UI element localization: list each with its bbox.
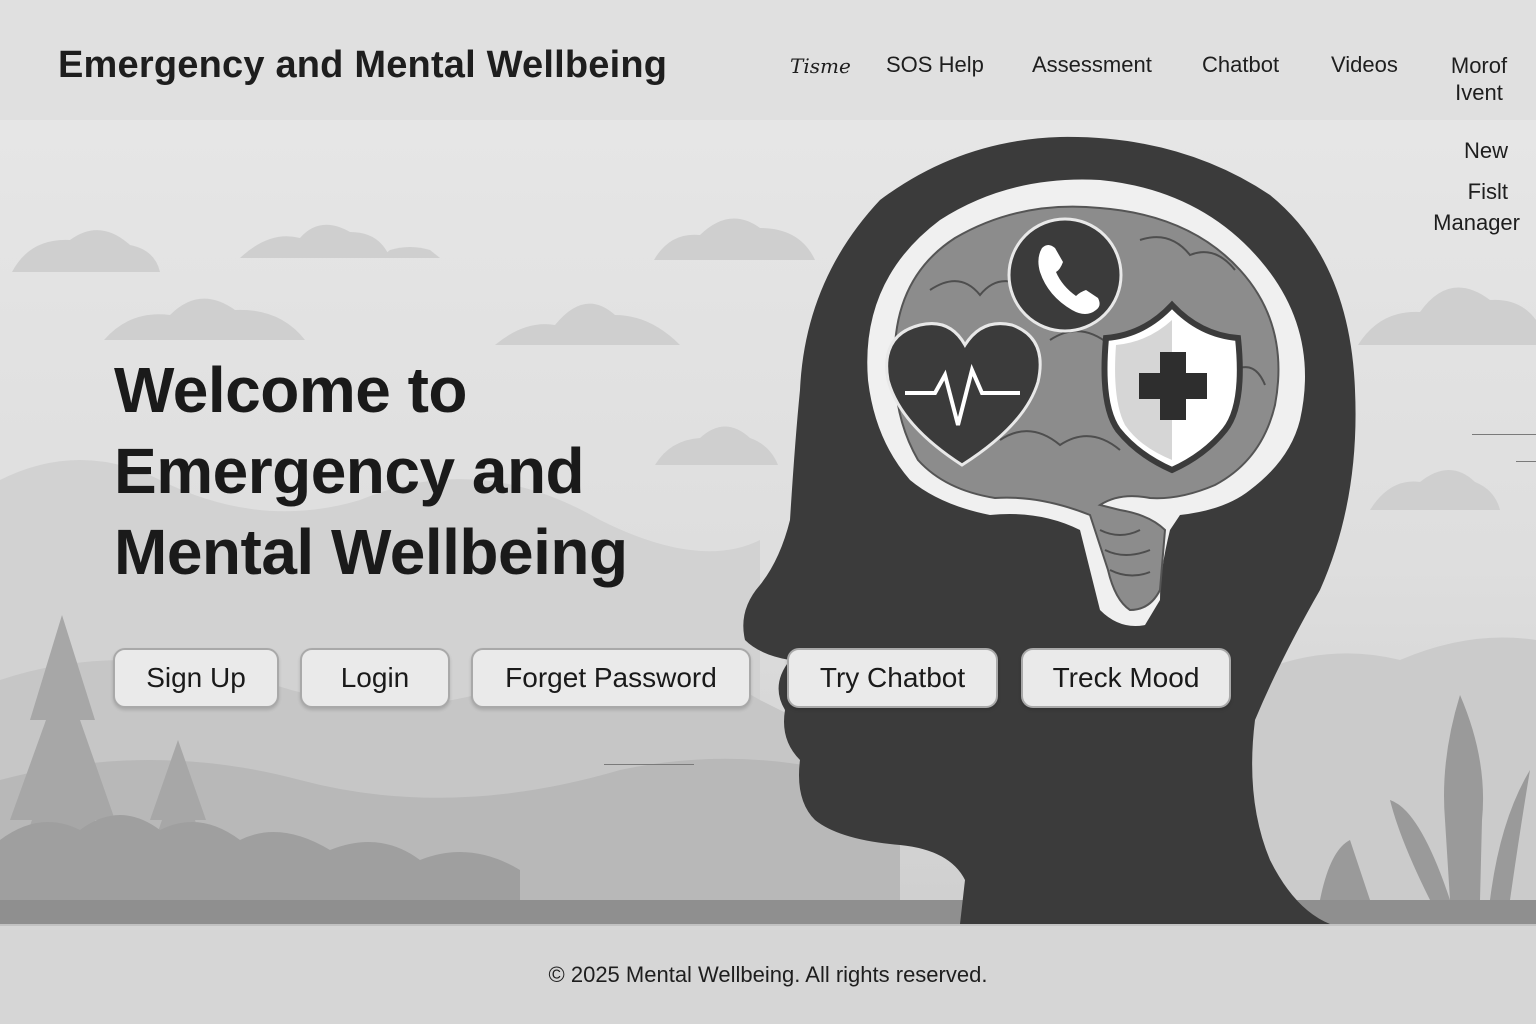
nav-videos[interactable]: Videos (1331, 52, 1398, 78)
divider-line (604, 764, 694, 765)
divider-line (1516, 461, 1536, 462)
hero-title-line3: Mental Wellbeing (114, 516, 628, 588)
phone-icon (1007, 217, 1123, 333)
signup-button[interactable]: Sign Up (113, 648, 279, 708)
footer: © 2025 Mental Wellbeing. All rights rese… (0, 924, 1536, 1024)
forget-password-button[interactable]: Forget Password (471, 648, 751, 708)
hero-title-line2: Emergency and (114, 435, 585, 507)
nav-more-line1: Morof (1450, 53, 1508, 78)
login-button[interactable]: Login (300, 648, 450, 708)
hero-title-line1: Welcome to (114, 354, 468, 426)
try-chatbot-button[interactable]: Try Chatbot (787, 648, 998, 708)
nav-assessment[interactable]: Assessment (1032, 52, 1152, 78)
nav-more[interactable]: Morof Ivent (1444, 52, 1514, 106)
track-mood-button[interactable]: Treck Mood (1021, 648, 1231, 708)
divider-line (1472, 434, 1536, 435)
nav-more-line2: Ivent (1455, 80, 1503, 105)
nav-home[interactable]: Tisme (790, 54, 851, 78)
side-link-manager[interactable]: Manager (1433, 210, 1520, 236)
side-link-first[interactable]: Fislt (1468, 179, 1508, 205)
nav-sos-help[interactable]: SOS Help (886, 52, 984, 78)
page: Emergency and Mental Wellbeing Tisme SOS… (0, 0, 1536, 1024)
side-link-new[interactable]: New (1464, 138, 1508, 164)
footer-copyright: © 2025 Mental Wellbeing. All rights rese… (548, 962, 988, 987)
hero-title: Welcome to Emergency and Mental Wellbein… (114, 350, 754, 593)
brand-title[interactable]: Emergency and Mental Wellbeing (58, 44, 667, 87)
top-header: Emergency and Mental Wellbeing Tisme SOS… (0, 0, 1536, 120)
nav-chatbot[interactable]: Chatbot (1202, 52, 1279, 78)
